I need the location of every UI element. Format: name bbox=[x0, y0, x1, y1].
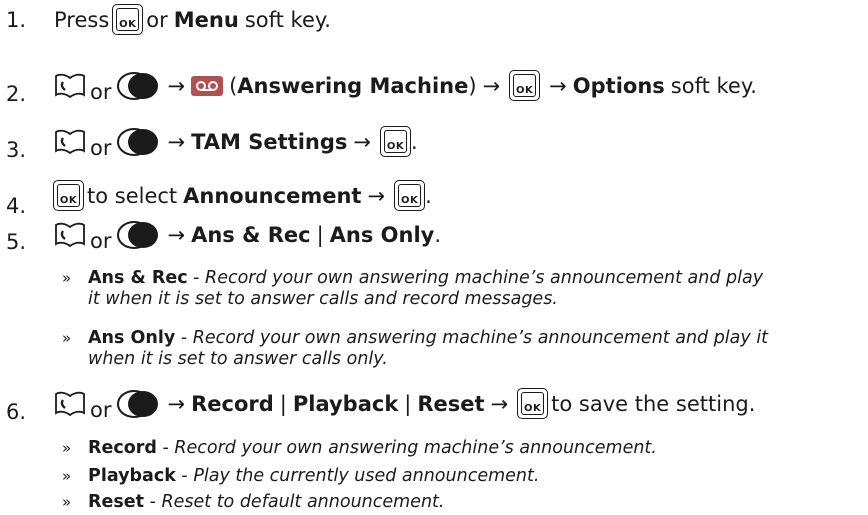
arrow-icon: → bbox=[482, 73, 501, 98]
tam-settings-label: TAM Settings bbox=[191, 129, 348, 154]
step-text: . bbox=[425, 183, 432, 208]
ok-key-label: OK bbox=[119, 19, 137, 30]
sub-item-description: Reset to default announcement. bbox=[161, 492, 445, 512]
document-page: { "steps": [ {"num": "1.", "parts": {"a"… bbox=[0, 0, 868, 515]
step-text: to save the setting. bbox=[551, 391, 756, 416]
answering-machine-icon bbox=[191, 75, 224, 96]
phonebook-icon bbox=[55, 391, 85, 416]
ok-key-icon: OK bbox=[112, 4, 144, 35]
ans-rec-label: Ans & Rec bbox=[191, 223, 311, 247]
sub-item-term: Reset bbox=[88, 492, 144, 512]
sub-item-term: Ans & Rec bbox=[88, 268, 188, 288]
arrow-icon: → bbox=[167, 391, 186, 416]
sub-item-term: Record bbox=[88, 438, 157, 458]
arrow-icon: → bbox=[167, 223, 186, 247]
separator: | bbox=[404, 391, 412, 416]
sub-item-description: it when it is set to answer calls and re… bbox=[88, 289, 558, 309]
sub-item-description: Record your own answering machine’s anno… bbox=[192, 328, 769, 348]
phonebook-icon bbox=[55, 73, 85, 98]
step-text: soft key. bbox=[670, 73, 757, 98]
phonebook-icon bbox=[55, 129, 85, 154]
sub-item-dash: - bbox=[187, 268, 206, 288]
step-text: Press bbox=[54, 7, 110, 32]
bullet-icon: » bbox=[62, 439, 72, 457]
ans-only-label: Ans Only bbox=[329, 223, 435, 247]
navigation-dial-icon bbox=[117, 127, 159, 156]
record-label: Record bbox=[191, 391, 274, 416]
navigation-dial-icon bbox=[117, 389, 159, 418]
sub-item-dash: - bbox=[175, 328, 193, 348]
navigation-dial-icon bbox=[117, 221, 159, 249]
arrow-icon: → bbox=[167, 129, 186, 154]
sub-item-dash: - bbox=[156, 438, 175, 458]
ok-key-label: OK bbox=[516, 85, 534, 96]
sub-item-description: Record your own answering machine’s anno… bbox=[174, 438, 657, 458]
step-text: . bbox=[434, 223, 442, 247]
ok-key-label: OK bbox=[59, 195, 78, 206]
step-number: 4. bbox=[6, 194, 27, 218]
ok-key-label: OK bbox=[386, 141, 405, 152]
navigation-dial-icon bbox=[117, 71, 159, 100]
ok-key-icon: OK bbox=[394, 180, 426, 211]
bullet-icon: » bbox=[62, 493, 72, 511]
ok-key-icon: OK bbox=[517, 388, 549, 419]
step-text: or bbox=[90, 79, 112, 104]
bullet-icon: » bbox=[62, 329, 72, 347]
sub-item-term: Playback bbox=[88, 466, 176, 486]
sub-item-dash: - bbox=[144, 492, 162, 512]
arrow-icon: → bbox=[367, 183, 386, 208]
step-text: ) bbox=[468, 73, 477, 98]
step-text: to select bbox=[87, 183, 178, 208]
phonebook-icon bbox=[55, 222, 85, 248]
step-text: or bbox=[90, 229, 112, 253]
sub-item-description: when it is set to answer calls only. bbox=[88, 349, 388, 369]
ok-key-icon: OK bbox=[509, 70, 541, 101]
arrow-icon: → bbox=[549, 73, 567, 98]
step-number: 6. bbox=[6, 400, 27, 424]
step-text: ( bbox=[229, 73, 238, 98]
announcement-label: Announcement bbox=[183, 183, 362, 208]
menu-softkey-label: Menu bbox=[173, 7, 239, 32]
ok-key-icon: OK bbox=[53, 180, 84, 211]
separator: | bbox=[316, 223, 324, 247]
step-text: or bbox=[90, 397, 112, 422]
step-number: 3. bbox=[6, 138, 27, 162]
step-text: or bbox=[146, 7, 168, 32]
reset-label: Reset bbox=[417, 391, 485, 416]
playback-label: Playback bbox=[292, 391, 399, 416]
arrow-icon: → bbox=[490, 391, 509, 416]
step-text: soft key. bbox=[244, 7, 331, 32]
separator: | bbox=[279, 391, 287, 416]
sub-item-dash: - bbox=[175, 466, 194, 486]
sub-item-description: Record your own answering machine’s anno… bbox=[205, 268, 764, 288]
step-text: . bbox=[410, 129, 418, 154]
sub-item-description: Play the currently used announcement. bbox=[193, 466, 540, 486]
ok-key-icon: OK bbox=[379, 126, 411, 157]
ok-key-label: OK bbox=[400, 195, 419, 206]
step-number: 2. bbox=[6, 82, 27, 106]
sub-item-term: Ans Only bbox=[88, 328, 176, 348]
bullet-icon: » bbox=[62, 467, 72, 485]
arrow-icon: → bbox=[353, 129, 371, 154]
answering-machine-label: Answering Machine bbox=[237, 73, 469, 98]
arrow-icon: → bbox=[167, 73, 186, 98]
step-number: 1. bbox=[6, 8, 27, 32]
bullet-icon: » bbox=[62, 269, 72, 287]
step-number: 5. bbox=[6, 230, 27, 254]
step-text: or bbox=[90, 135, 112, 160]
ok-key-label: OK bbox=[524, 403, 542, 414]
options-softkey-label: Options bbox=[572, 73, 665, 98]
